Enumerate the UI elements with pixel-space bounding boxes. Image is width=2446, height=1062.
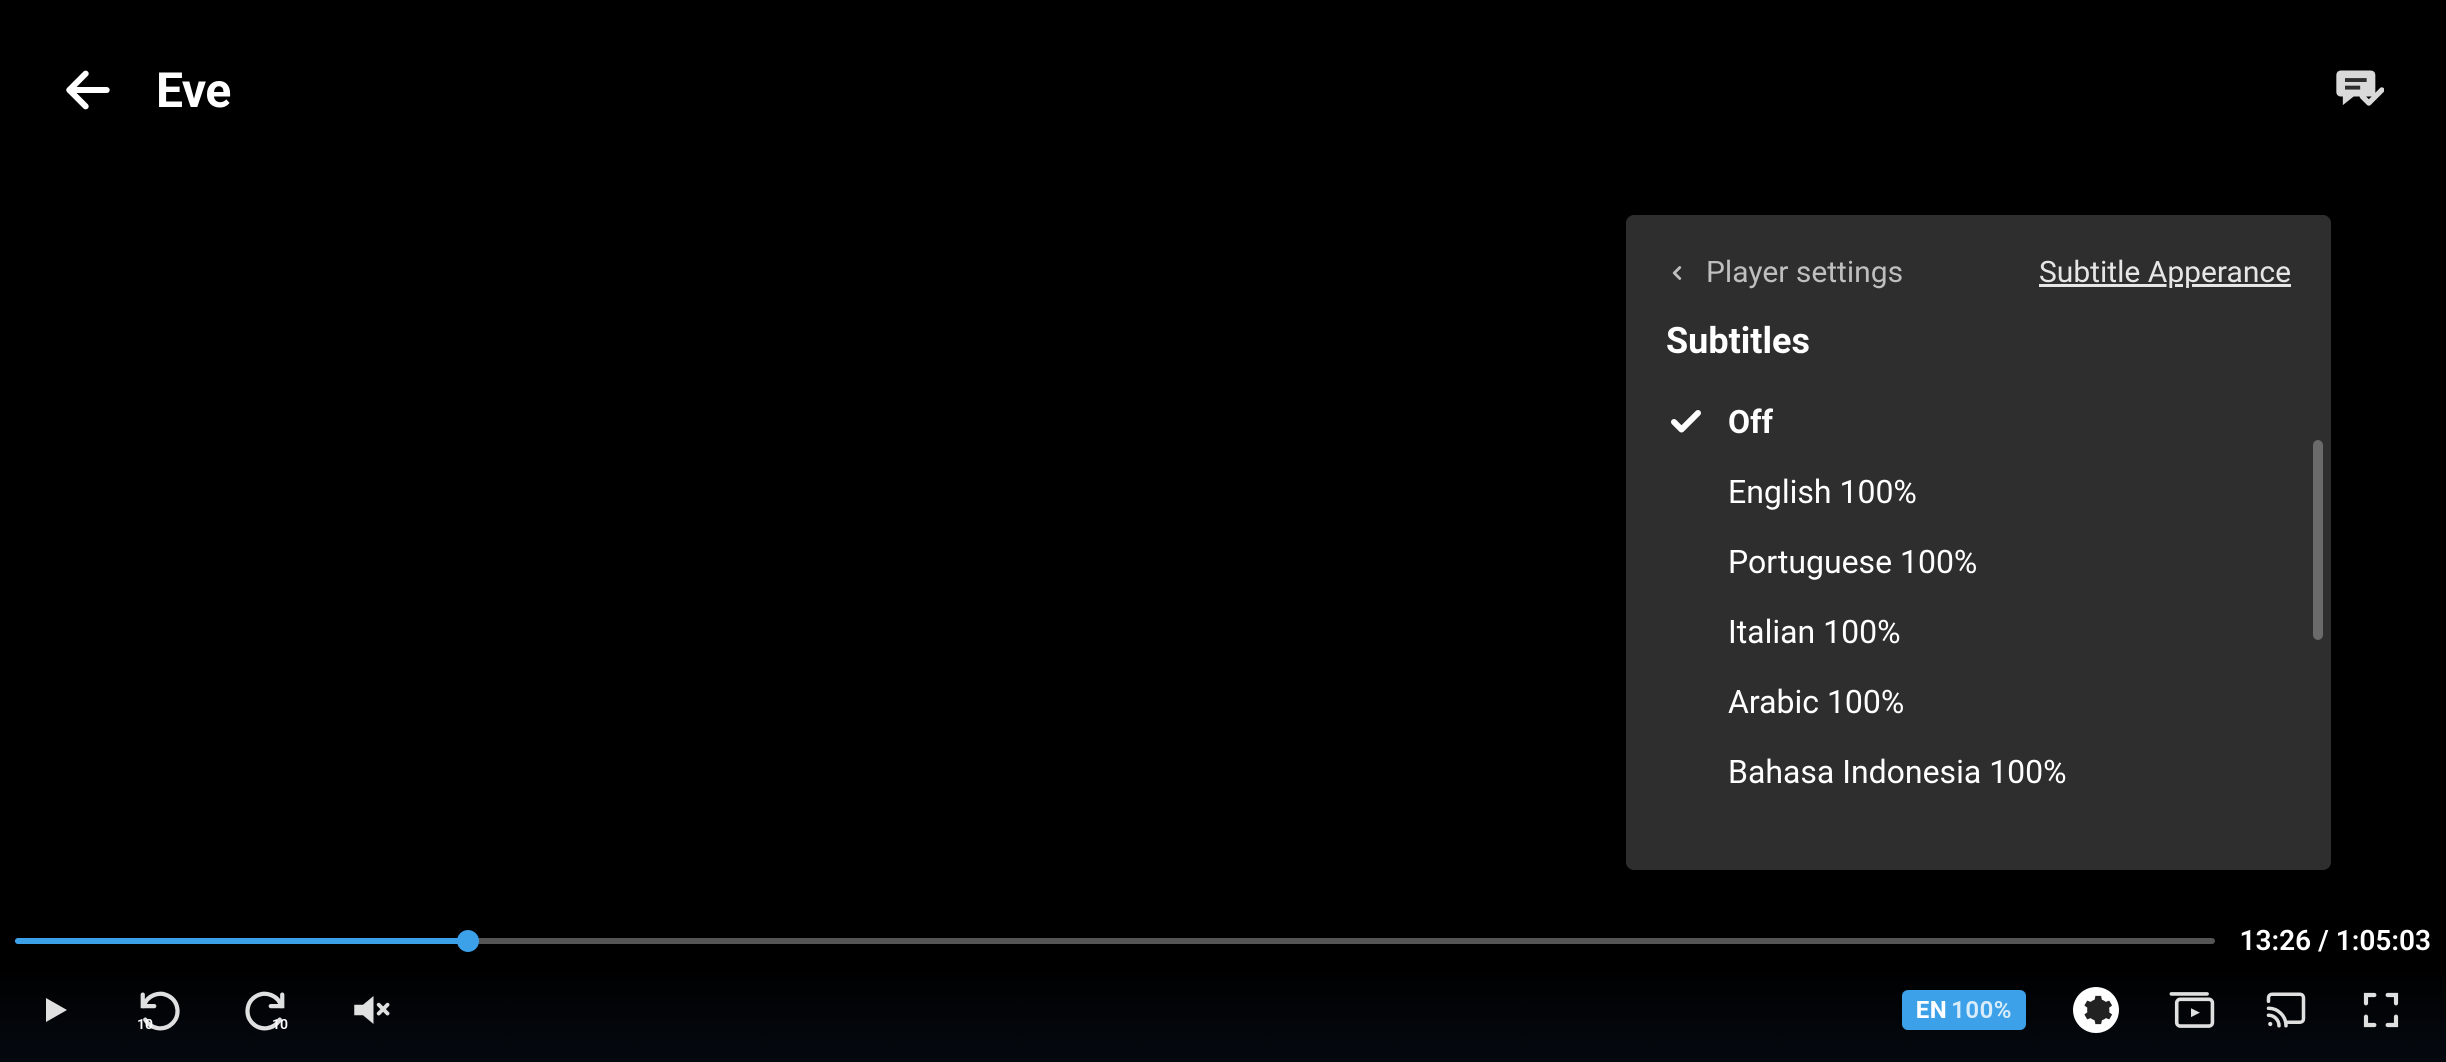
subtitle-option-bahasa[interactable]: Bahasa Indonesia 100% xyxy=(1666,737,2291,807)
video-title: Eve xyxy=(156,62,231,119)
subtitle-option-label: English 100% xyxy=(1728,473,1917,511)
popup-back-button[interactable]: Player settings xyxy=(1666,255,1903,290)
total-time: 1:05:03 xyxy=(2336,924,2431,957)
volume-mute-icon xyxy=(346,989,394,1031)
subtitle-option-italian[interactable]: Italian 100% xyxy=(1666,597,2291,667)
top-left-group: Eve xyxy=(60,62,231,119)
subtitle-option-label: Arabic 100% xyxy=(1728,683,1904,721)
current-time: 13:26 xyxy=(2240,924,2312,957)
subtitle-option-label: Bahasa Indonesia 100% xyxy=(1728,753,2067,791)
check-icon xyxy=(1668,404,1704,440)
subtitle-option-label: Italian 100% xyxy=(1728,613,1901,651)
settings-button[interactable] xyxy=(2071,985,2121,1035)
cc-percent: 100% xyxy=(1951,996,2012,1024)
seek-bar-fill xyxy=(15,938,468,944)
subtitle-list: Off English 100% Portuguese 100% Italian… xyxy=(1626,387,2331,807)
forward-10-button[interactable]: 10 xyxy=(240,985,290,1035)
chat-button[interactable] xyxy=(2330,62,2386,118)
popup-header: Player settings Subtitle Apperance xyxy=(1626,255,2331,320)
top-bar: Eve xyxy=(0,0,2446,180)
subtitle-option-portuguese[interactable]: Portuguese 100% xyxy=(1666,527,2291,597)
playlist-button[interactable] xyxy=(2166,985,2216,1035)
chat-check-icon xyxy=(2332,64,2384,116)
time-display: 13:26 / 1:05:03 xyxy=(2240,924,2431,957)
playlist-icon xyxy=(2166,988,2216,1032)
fullscreen-button[interactable] xyxy=(2356,985,2406,1035)
subtitle-option-label: Portuguese 100% xyxy=(1728,543,1977,581)
right-controls: EN100% xyxy=(1902,985,2406,1035)
subtitles-popup: Player settings Subtitle Apperance Subti… xyxy=(1626,215,2331,870)
bottom-bar: 10 10 EN100% xyxy=(0,967,2446,1062)
back-button[interactable] xyxy=(60,62,116,118)
mute-button[interactable] xyxy=(345,985,395,1035)
scrollbar-thumb[interactable] xyxy=(2313,440,2323,640)
gear-icon xyxy=(2079,993,2113,1027)
cast-button[interactable] xyxy=(2261,985,2311,1035)
subtitle-option-english[interactable]: English 100% xyxy=(1666,457,2291,527)
subtitle-appearance-link[interactable]: Subtitle Apperance xyxy=(2039,255,2291,290)
play-button[interactable] xyxy=(30,985,80,1035)
progress-row: 13:26 / 1:05:03 xyxy=(15,924,2431,957)
subtitle-option-label: Off xyxy=(1728,403,1773,441)
seek-bar-knob[interactable] xyxy=(457,930,479,952)
fullscreen-icon xyxy=(2361,990,2401,1030)
popup-section-title: Subtitles xyxy=(1626,320,2331,387)
rewind-10-button[interactable]: 10 xyxy=(135,985,185,1035)
cc-badge[interactable]: EN100% xyxy=(1902,990,2026,1030)
subtitle-option-arabic[interactable]: Arabic 100% xyxy=(1666,667,2291,737)
play-icon xyxy=(37,990,73,1030)
forward-seconds: 10 xyxy=(272,1017,288,1033)
rewind-seconds: 10 xyxy=(137,1017,153,1033)
left-controls: 10 10 xyxy=(30,985,395,1035)
subtitle-option-off[interactable]: Off xyxy=(1666,387,2291,457)
chevron-left-icon xyxy=(1666,256,1688,290)
popup-back-label: Player settings xyxy=(1706,255,1903,290)
cast-icon xyxy=(2262,989,2310,1031)
arrow-left-icon xyxy=(60,62,116,118)
cc-lang: EN xyxy=(1916,996,1947,1024)
seek-bar[interactable] xyxy=(15,938,2215,944)
